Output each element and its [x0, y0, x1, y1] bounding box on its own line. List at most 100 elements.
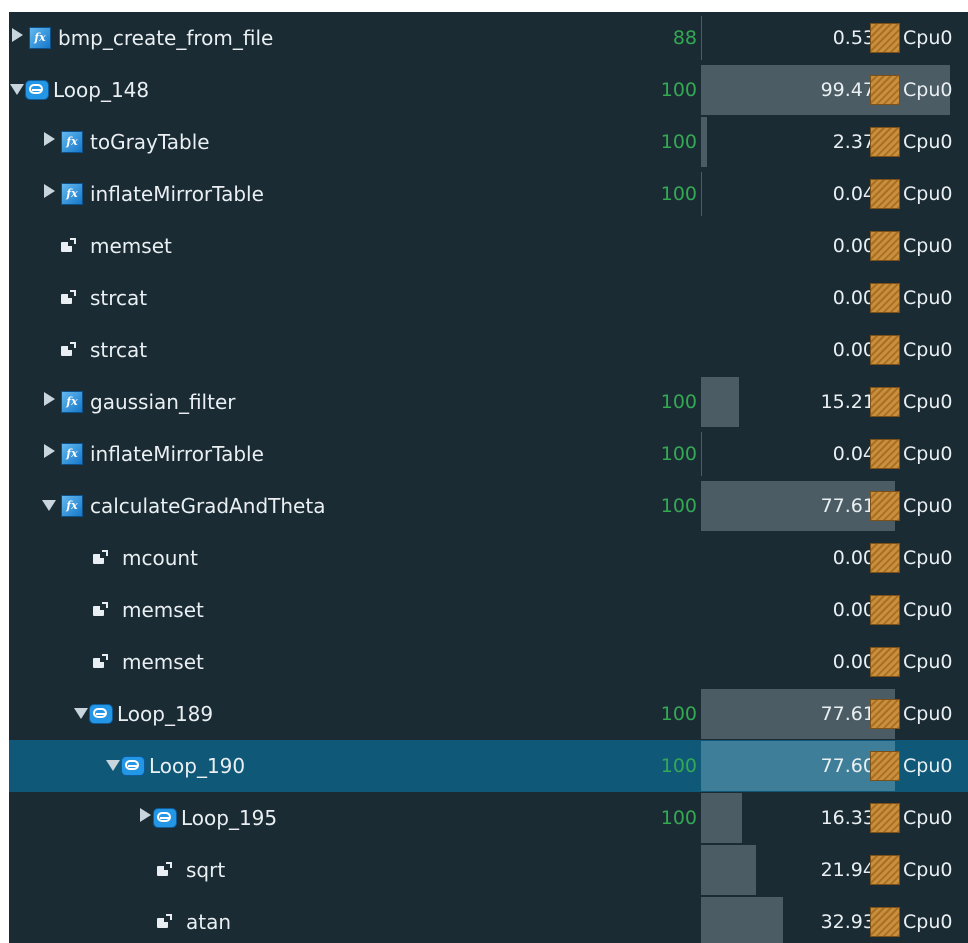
cpu-label: Cpu0: [903, 651, 953, 673]
tree-row[interactable]: mcount 0.00 Cpu0: [9, 532, 968, 584]
time-value: 0.00: [832, 651, 875, 673]
tree-row[interactable]: fx toGrayTable 100 2.37 Cpu0: [9, 116, 968, 168]
tree-row[interactable]: atan 32.93 Cpu0: [9, 896, 968, 943]
expand-arrow-icon[interactable]: [10, 84, 24, 95]
cpu-icon: [870, 283, 900, 313]
tree-row[interactable]: Loop_148 100 99.47 Cpu0: [9, 64, 968, 116]
cpu-icon: [870, 491, 900, 521]
tree-row[interactable]: fx inflateMirrorTable 100 0.04 Cpu0: [9, 168, 968, 220]
time-bar: [701, 16, 702, 60]
external-call-icon: [93, 654, 108, 668]
time-value: 0.00: [832, 547, 875, 569]
function-fx-icon: fx: [29, 27, 51, 49]
time-bar: [701, 845, 756, 895]
tree-row[interactable]: strcat 0.00 Cpu0: [9, 324, 968, 376]
row-name: inflateMirrorTable: [90, 182, 264, 206]
time-value: 0.00: [832, 599, 875, 621]
row-name: Loop_148: [53, 78, 150, 102]
external-call-icon: [157, 862, 172, 876]
row-name: Loop_195: [181, 806, 278, 830]
tree-row[interactable]: memset 0.00 Cpu0: [9, 636, 968, 688]
tree-row[interactable]: fx calculateGradAndTheta 100 77.61 Cpu0: [9, 480, 968, 532]
cpu-label: Cpu0: [903, 755, 953, 777]
cpu-icon: [870, 543, 900, 573]
external-call-icon: [93, 602, 108, 616]
tree-row[interactable]: sqrt 21.94 Cpu0: [9, 844, 968, 896]
row-name: toGrayTable: [90, 130, 210, 154]
cpu-label: Cpu0: [903, 391, 953, 413]
cpu-icon: [870, 803, 900, 833]
percent-value: 88: [672, 27, 697, 49]
function-fx-icon: fx: [61, 495, 83, 517]
tree-row[interactable]: Loop_195 100 16.33 Cpu0: [9, 792, 968, 844]
cpu-icon: [870, 335, 900, 365]
tree-row[interactable]: memset 0.00 Cpu0: [9, 584, 968, 636]
time-value: 2.37: [832, 131, 875, 153]
row-name: inflateMirrorTable: [90, 442, 264, 466]
row-name: sqrt: [186, 858, 226, 882]
external-call-icon: [61, 290, 76, 304]
cpu-icon: [870, 387, 900, 417]
time-bar: [701, 793, 742, 843]
time-value: 21.94: [820, 859, 875, 881]
loop-icon: [121, 756, 145, 776]
expand-arrow-icon[interactable]: [42, 500, 56, 511]
collapse-arrow-icon[interactable]: [44, 184, 55, 198]
time-value: 0.04: [832, 443, 875, 465]
expand-arrow-icon[interactable]: [74, 708, 88, 719]
time-value: 0.53: [832, 27, 875, 49]
time-value: 99.47: [820, 79, 875, 101]
time-value: 77.61: [820, 703, 875, 725]
external-call-icon: [61, 238, 76, 252]
percent-value: 100: [660, 703, 697, 725]
cpu-icon: [870, 75, 900, 105]
collapse-arrow-icon[interactable]: [140, 808, 151, 822]
time-value: 16.33: [820, 807, 875, 829]
tree-row[interactable]: memset 0.00 Cpu0: [9, 220, 968, 272]
row-name: memset: [90, 234, 172, 258]
cpu-label: Cpu0: [903, 495, 953, 517]
function-fx-icon: fx: [61, 391, 83, 413]
time-value: 0.00: [832, 287, 875, 309]
row-name: strcat: [90, 338, 148, 362]
cpu-icon: [870, 179, 900, 209]
tree-row[interactable]: fx inflateMirrorTable 100 0.04 Cpu0: [9, 428, 968, 480]
cpu-label: Cpu0: [903, 807, 953, 829]
cpu-label: Cpu0: [903, 131, 953, 153]
cpu-label: Cpu0: [903, 235, 953, 257]
function-fx-icon: fx: [61, 183, 83, 205]
tree-row[interactable]: fx bmp_create_from_file 88 0.53 Cpu0: [9, 12, 968, 64]
external-call-icon: [157, 914, 172, 928]
row-name: memset: [122, 598, 204, 622]
cpu-icon: [870, 647, 900, 677]
row-name: calculateGradAndTheta: [90, 494, 326, 518]
collapse-arrow-icon[interactable]: [44, 392, 55, 406]
cpu-label: Cpu0: [903, 911, 953, 933]
collapse-arrow-icon[interactable]: [44, 132, 55, 146]
cpu-label: Cpu0: [903, 443, 953, 465]
cpu-label: Cpu0: [903, 703, 953, 725]
row-name: atan: [186, 910, 232, 934]
time-value: 15.21: [820, 391, 875, 413]
tree-row[interactable]: strcat 0.00 Cpu0: [9, 272, 968, 324]
function-fx-icon: fx: [61, 443, 83, 465]
time-bar: [701, 432, 702, 476]
collapse-arrow-icon[interactable]: [44, 444, 55, 458]
row-name: bmp_create_from_file: [58, 26, 274, 50]
collapse-arrow-icon[interactable]: [12, 28, 23, 42]
cpu-label: Cpu0: [903, 79, 953, 101]
time-value: 0.00: [832, 339, 875, 361]
time-bar: [701, 897, 783, 943]
percent-value: 100: [660, 443, 697, 465]
tree-row[interactable]: Loop_189 100 77.61 Cpu0: [9, 688, 968, 740]
tree-row[interactable]: Loop_190 100 77.60 Cpu0: [9, 740, 968, 792]
tree-row[interactable]: fx gaussian_filter 100 15.21 Cpu0: [9, 376, 968, 428]
expand-arrow-icon[interactable]: [106, 760, 120, 771]
cpu-icon: [870, 595, 900, 625]
percent-value: 100: [660, 391, 697, 413]
time-value: 77.60: [820, 755, 875, 777]
profile-tree: fx bmp_create_from_file 88 0.53 Cpu0 Loop_148…: [9, 12, 968, 943]
percent-value: 100: [660, 755, 697, 777]
percent-value: 100: [660, 183, 697, 205]
cpu-label: Cpu0: [903, 183, 953, 205]
